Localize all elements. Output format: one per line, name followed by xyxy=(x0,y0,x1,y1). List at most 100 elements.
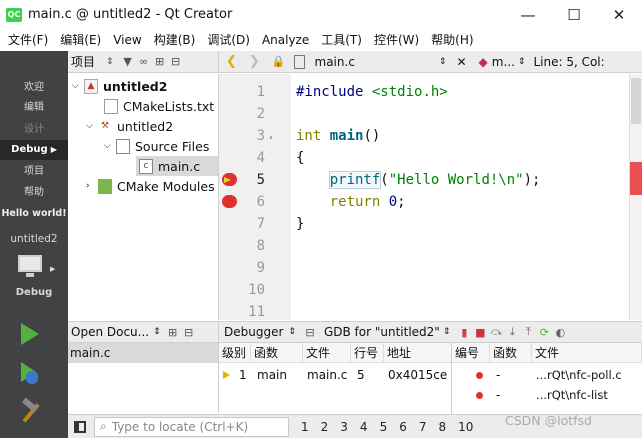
scrollbar-thumb[interactable] xyxy=(631,78,641,124)
table-row[interactable]: 1 main main.c 5 0x4015ce xyxy=(219,365,451,385)
mode-welcome[interactable]: 欢迎 xyxy=(0,79,68,97)
mode-debug[interactable]: Debug ▶ xyxy=(0,140,68,160)
token: printf xyxy=(328,171,382,189)
mode-design[interactable]: 设计 xyxy=(0,121,68,139)
kit-selector[interactable]: ▶ xyxy=(18,253,55,285)
tree-item-untitled2-root[interactable]: ⌵ ▲ untitled2 xyxy=(72,76,167,96)
mode-hello-world[interactable]: Hello world! xyxy=(0,205,68,223)
stack-header-address[interactable]: 地址 xyxy=(384,343,451,363)
step-into-icon[interactable]: ⤓ xyxy=(504,324,520,340)
step-over-icon[interactable]: ⤼ xyxy=(488,324,504,340)
cursor-position: Line: 5, Col: xyxy=(533,54,605,69)
symbol-icon: ◆ xyxy=(478,54,488,69)
stack-view: 级别 函数 文件 行号 地址 1 main main.c 5 0x4015ce xyxy=(219,343,452,414)
close-button[interactable]: ✕ xyxy=(596,0,642,29)
split-icon[interactable]: ⊟ xyxy=(302,324,318,340)
c-file-icon: c xyxy=(139,158,153,174)
close-pane-icon[interactable]: ⊟ xyxy=(168,54,184,70)
tree-item-source-files[interactable]: ⌵ Source Files xyxy=(104,136,209,156)
menu-file[interactable]: 文件(F) xyxy=(2,29,54,51)
tree-item-cmake-modules[interactable]: › CMake Modules xyxy=(86,176,215,196)
forward-icon[interactable]: ❯ xyxy=(249,54,260,69)
debug-run-button[interactable] xyxy=(18,360,44,386)
run-button[interactable] xyxy=(21,323,39,345)
bp-header-number[interactable]: 编号 xyxy=(452,343,490,363)
chevron-right-icon: › xyxy=(86,181,90,191)
mode-projects[interactable]: 项目 xyxy=(0,163,68,181)
stop-icon[interactable]: ■ xyxy=(472,324,488,340)
menu-analyze[interactable]: Analyze xyxy=(256,29,315,51)
output-tab-5[interactable]: 5 xyxy=(380,420,388,434)
project-pane-title[interactable]: 项目 xyxy=(71,53,95,70)
output-tab-2[interactable]: 2 xyxy=(321,420,329,434)
output-tab-3[interactable]: 3 xyxy=(340,420,348,434)
stack-header-line[interactable]: 行号 xyxy=(351,343,384,363)
output-tab-1[interactable]: 1 xyxy=(301,420,309,434)
mode-help[interactable]: 帮助 xyxy=(0,184,68,202)
bp-header-file[interactable]: 文件 xyxy=(532,343,642,363)
code-editor[interactable]: #include <stdio.h> int main() { printf("… xyxy=(291,74,629,320)
breakpoint-marker-icon[interactable] xyxy=(222,195,237,208)
menu-tools[interactable]: 工具(T) xyxy=(315,29,368,51)
tree-item-main-c[interactable]: c main.c xyxy=(136,156,218,176)
line-number: 3 xyxy=(256,128,265,144)
mode-edit[interactable]: 编辑 xyxy=(0,99,68,117)
table-row[interactable]: - ...rQt\nfc-poll.c xyxy=(452,365,642,385)
output-tab-4[interactable]: 4 xyxy=(360,420,368,434)
maximize-button[interactable]: ☐ xyxy=(551,0,597,29)
link-icon[interactable]: ∞ xyxy=(136,54,152,70)
token: #include xyxy=(296,84,364,100)
menu-edit[interactable]: 编辑(E) xyxy=(54,29,107,51)
open-docs-title[interactable]: Open Docu... xyxy=(71,325,149,339)
cmake-folder-icon xyxy=(98,178,112,194)
close-pane-icon[interactable]: ⊟ xyxy=(181,324,197,340)
document-icon xyxy=(104,98,118,114)
stack-header-level[interactable]: 级别 xyxy=(219,343,251,363)
kit-config-label: Debug xyxy=(15,287,53,298)
menu-help[interactable]: 帮助(H) xyxy=(425,29,479,51)
source-folder-icon xyxy=(116,138,130,154)
output-tab-7[interactable]: 7 xyxy=(419,420,427,434)
close-document-icon[interactable]: ✕ xyxy=(456,55,466,69)
monitor-icon xyxy=(18,255,42,272)
code-line-5: printf("Hello World!\n"); xyxy=(296,169,540,191)
reverse-icon[interactable]: ◐ xyxy=(552,324,568,340)
menu-widgets[interactable]: 控件(W) xyxy=(368,29,425,51)
symbol-selector[interactable]: m... xyxy=(492,55,515,69)
editor-file-name[interactable]: main.c xyxy=(315,55,355,69)
output-tab-8[interactable]: 8 xyxy=(438,420,446,434)
step-out-icon[interactable]: ⤒ xyxy=(520,324,536,340)
bp-header-function[interactable]: 函数 xyxy=(490,343,532,363)
menu-view[interactable]: View xyxy=(107,29,147,51)
debugger-title[interactable]: Debugger xyxy=(224,325,283,339)
open-doc-item[interactable]: main.c xyxy=(68,343,218,363)
restart-icon[interactable]: ⟳ xyxy=(536,324,552,340)
menu-build[interactable]: 构建(B) xyxy=(148,29,202,51)
token: 0 xyxy=(388,194,398,210)
filter-icon[interactable]: ▼ xyxy=(120,54,136,70)
menu-debug[interactable]: 调试(D) xyxy=(201,29,256,51)
stack-header-file[interactable]: 文件 xyxy=(303,343,351,363)
minimize-button[interactable]: — xyxy=(505,0,551,29)
tree-item-untitled2-project[interactable]: ⌵ ⚒ untitled2 xyxy=(86,116,173,136)
build-hammer-button[interactable] xyxy=(18,397,44,425)
back-icon[interactable]: ❮ xyxy=(226,54,237,69)
tree-item-cmakelists[interactable]: CMakeLists.txt xyxy=(104,96,214,116)
editor-scrollbar[interactable] xyxy=(629,74,642,320)
locator-input[interactable]: ⌕ Type to locate (Ctrl+K) xyxy=(94,416,289,437)
fold-arrow-icon[interactable]: › xyxy=(269,133,273,143)
tree-item-label: main.c xyxy=(158,158,201,174)
stack-header-function[interactable]: 函数 xyxy=(251,343,303,363)
gdb-engine-selector[interactable]: GDB for "untitled2" xyxy=(324,325,440,339)
split-icon[interactable]: ⊞ xyxy=(165,324,181,340)
toggle-sidebar-icon[interactable] xyxy=(74,420,86,433)
table-row[interactable]: - ...rQt\nfc-list xyxy=(452,385,642,405)
split-icon[interactable]: ⊞ xyxy=(152,54,168,70)
output-tab-6[interactable]: 6 xyxy=(399,420,407,434)
menu-bar: 文件(F) 编辑(E) View 构建(B) 调试(D) Analyze 工具(… xyxy=(0,29,642,51)
continue-icon[interactable]: ▮ xyxy=(456,324,472,340)
token: ( xyxy=(380,172,389,188)
line-number: 10 xyxy=(248,282,265,298)
output-tab-10[interactable]: 10 xyxy=(458,420,473,434)
hammer-icon: ⚒ xyxy=(100,121,110,131)
